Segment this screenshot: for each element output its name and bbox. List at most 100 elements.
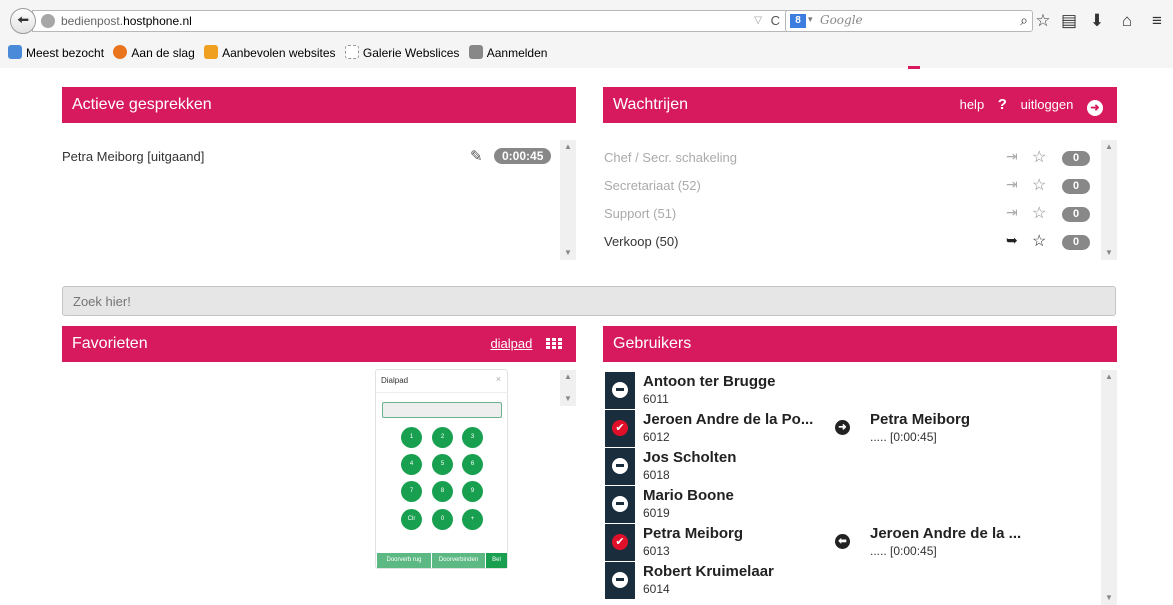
transfer-button[interactable]: Doorverbinden	[432, 553, 485, 568]
dialpad-key[interactable]: 3	[462, 427, 483, 448]
user-row[interactable]: Jos Scholten 6018	[605, 448, 1085, 485]
favorites-scrollbar[interactable]: ▲ ▼	[560, 370, 576, 406]
magnifier-icon[interactable]: ⌕	[1020, 12, 1028, 29]
url-dropdown-icon[interactable]: ▽	[754, 11, 762, 31]
scroll-up-icon[interactable]: ▲	[1101, 140, 1117, 154]
search-engine-bar[interactable]: 8 ▾ Google ⌕	[785, 10, 1033, 32]
globe-icon	[41, 14, 55, 28]
active-calls-title: Actieve gesprekken	[72, 96, 212, 113]
help-icon[interactable]: ?	[998, 96, 1007, 113]
users-scrollbar[interactable]: ▲ ▼	[1101, 370, 1117, 605]
users-title: Gebruikers	[613, 335, 692, 352]
queue-count-badge: 0	[1062, 207, 1090, 222]
search-input[interactable]	[62, 286, 1116, 316]
active-call-row[interactable]: Petra Meiborg [uitgaand] ✎ 0:00:45	[62, 146, 552, 166]
bookmark-meest-bezocht[interactable]: Meest bezocht	[8, 44, 104, 62]
check-circle-icon: ✔	[612, 534, 628, 550]
dialpad-key-clear[interactable]: Clr	[401, 509, 422, 530]
active-call-name: Petra Meiborg [uitgaand]	[62, 149, 205, 164]
scroll-up-icon[interactable]: ▲	[560, 140, 576, 154]
user-extension: 6019	[643, 506, 670, 520]
dialpad-key[interactable]: 1	[401, 427, 422, 448]
dialpad-key[interactable]: 2	[432, 427, 453, 448]
queue-login-icon[interactable]: ⇥	[1006, 148, 1018, 165]
dialpad-toggle[interactable]: dialpad	[480, 326, 562, 362]
bookmarks-toolbar: Meest bezocht Aan de slag Aanbevolen web…	[8, 44, 553, 64]
bookmarks-list-icon[interactable]: ▤	[1058, 10, 1080, 32]
url-text: bedienpost.hostphone.nl	[61, 14, 192, 28]
user-row[interactable]: ✔ Petra Meiborg 6013 ⬅ Jeroen Andre de l…	[605, 524, 1085, 561]
home-icon[interactable]: ⌂	[1116, 10, 1138, 32]
queue-login-icon[interactable]: ⇥	[1006, 204, 1018, 221]
transfer-back-button[interactable]: Doorverb rug	[377, 553, 431, 568]
url-bar[interactable]: bedienpost.hostphone.nl ▽ C	[32, 10, 789, 32]
user-status-available	[605, 448, 635, 485]
dialpad-key[interactable]: 4	[401, 454, 422, 475]
favorite-star-icon[interactable]: ☆	[1032, 203, 1046, 223]
most-visited-icon	[8, 45, 22, 59]
user-row[interactable]: Antoon ter Brugge 6011	[605, 372, 1085, 409]
browser-toolbar: bedienpost.hostphone.nl ▽ C 🠨 8 ▾ Google…	[0, 0, 1173, 68]
queue-row: Secretariaat (52) ⇥ ☆ 0	[604, 174, 1094, 198]
user-row[interactable]: Robert Kruimelaar 6014	[605, 562, 1085, 599]
queue-row-active: Verkoop (50) ➥ ☆ 0	[604, 230, 1094, 254]
bookmark-star-icon[interactable]: ☆	[1032, 10, 1054, 32]
help-link[interactable]: help	[960, 97, 985, 112]
minus-circle-icon	[612, 382, 628, 398]
call-timer-badge: 0:00:45	[494, 148, 552, 164]
bookmark-aan-de-slag[interactable]: Aan de slag	[113, 44, 195, 62]
download-icon[interactable]: ⬇	[1086, 10, 1108, 32]
queue-name: Secretariaat (52)	[604, 178, 701, 193]
scroll-up-icon[interactable]: ▲	[1101, 370, 1117, 384]
user-status-available	[605, 372, 635, 409]
bookmark-aanmelden[interactable]: Aanmelden	[468, 44, 547, 62]
logout-link[interactable]: uitloggen	[1021, 97, 1074, 112]
dialpad-key[interactable]: 8	[432, 481, 453, 502]
reload-icon[interactable]: C	[771, 11, 780, 31]
engine-dropdown-icon[interactable]: ▾	[808, 14, 813, 25]
dialpad-key[interactable]: 9	[462, 481, 483, 502]
favorite-star-icon[interactable]: ☆	[1032, 147, 1046, 167]
dialpad-key[interactable]: 6	[462, 454, 483, 475]
dialpad-key[interactable]: +	[462, 509, 483, 530]
queues-scrollbar[interactable]: ▲ ▼	[1101, 140, 1117, 260]
scroll-down-icon[interactable]: ▼	[1101, 591, 1117, 605]
call-peer-name: Jeroen Andre de la ...	[870, 525, 1022, 542]
dialpad-number-input[interactable]	[382, 402, 502, 418]
close-icon[interactable]: ×	[496, 374, 501, 384]
favorite-star-icon[interactable]: ☆	[1032, 231, 1046, 251]
favorites-title: Favorieten	[72, 335, 148, 352]
queue-login-icon[interactable]: ⇥	[1006, 176, 1018, 193]
call-button[interactable]: Bel	[486, 553, 507, 568]
queue-logout-icon[interactable]: ➥	[1006, 232, 1018, 249]
dialpad-key[interactable]: 5	[432, 454, 453, 475]
search-engine-placeholder: Google	[820, 13, 863, 27]
scroll-down-icon[interactable]: ▼	[560, 392, 576, 406]
user-row[interactable]: Mario Boone 6019	[605, 486, 1085, 523]
scroll-up-icon[interactable]: ▲	[560, 370, 576, 384]
dialpad-key[interactable]: 7	[401, 481, 422, 502]
scroll-down-icon[interactable]: ▼	[560, 246, 576, 260]
minus-circle-icon	[612, 572, 628, 588]
user-row[interactable]: ✔ Jeroen Andre de la Po... 6012 ➜ Petra …	[605, 410, 1085, 447]
google-icon[interactable]: 8	[790, 14, 806, 28]
back-button[interactable]: 🠨	[10, 8, 36, 34]
edit-icon[interactable]: ✎	[470, 147, 483, 165]
dialpad-key[interactable]: 0	[432, 509, 453, 530]
dialpad-link[interactable]: dialpad	[490, 336, 532, 351]
queue-row: Support (51) ⇥ ☆ 0	[604, 202, 1094, 226]
minus-circle-icon	[612, 496, 628, 512]
active-calls-scrollbar[interactable]: ▲ ▼	[560, 140, 576, 260]
menu-icon[interactable]: ≡	[1146, 10, 1168, 32]
bookmark-galerie-webslices[interactable]: Galerie Webslices	[344, 44, 459, 62]
user-extension: 6013	[643, 544, 670, 558]
bookmark-aanbevolen-websites[interactable]: Aanbevolen websites	[204, 44, 336, 62]
favorite-star-icon[interactable]: ☆	[1032, 175, 1046, 195]
queue-name: Verkoop (50)	[604, 234, 679, 249]
scroll-down-icon[interactable]: ▼	[1101, 246, 1117, 260]
queues-header-actions: help ? uitloggen ➜	[950, 87, 1103, 123]
dialpad-grid-icon[interactable]	[546, 338, 562, 349]
logout-arrow-icon[interactable]: ➜	[1087, 100, 1103, 116]
user-extension: 6018	[643, 468, 670, 482]
user-extension: 6014	[643, 582, 670, 596]
